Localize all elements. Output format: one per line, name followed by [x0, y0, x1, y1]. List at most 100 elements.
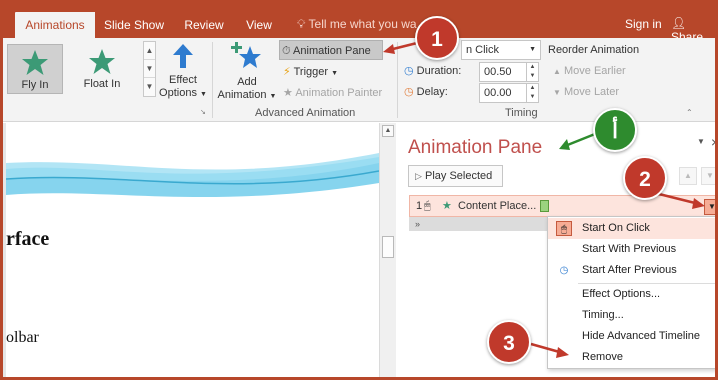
item-label: Content Place...: [458, 200, 537, 212]
start-dropdown[interactable]: n Click ▼: [461, 40, 541, 60]
move-earlier-button[interactable]: ▲ Move Earlier: [553, 61, 626, 81]
triangle-up-icon: ▲: [553, 67, 561, 76]
tab-view[interactable]: View: [239, 12, 279, 38]
gallery-float-in[interactable]: Float In: [73, 44, 131, 94]
move-earlier-label: Move Earlier: [563, 65, 626, 77]
gallery-fly-in[interactable]: Fly In: [7, 44, 63, 94]
chevron-down-icon: ▼: [529, 46, 536, 53]
gallery-more-icon[interactable]: ▼: [144, 78, 155, 96]
fly-in-star-icon: [22, 50, 48, 75]
double-chevron-down-icon[interactable]: »: [415, 217, 420, 231]
duration-label-wrap: ◷ Duration:: [404, 61, 461, 81]
fly-in-label: Fly In: [21, 79, 49, 91]
menu-hide-advanced-timeline[interactable]: Hide Advanced Timeline: [548, 326, 715, 347]
sign-in-link[interactable]: Sign in: [625, 17, 662, 31]
callout-badge-a: أ: [593, 108, 637, 152]
menu-start-with-previous[interactable]: Start With Previous: [548, 239, 715, 260]
duration-label: Duration:: [416, 65, 462, 77]
clock-icon: ◷: [404, 65, 414, 77]
tab-animations[interactable]: Animations: [15, 12, 95, 38]
animation-item-dropdown-button[interactable]: ▼: [704, 199, 715, 215]
play-selected-label: Play Selected: [424, 170, 493, 182]
ribbon-tab-bar: Animations Slide Show Review View 💡︎ Tel…: [3, 0, 715, 44]
move-up-button[interactable]: ▲: [679, 167, 697, 185]
animation-list-item[interactable]: 1 🖱︎ ★ Content Place...: [409, 195, 715, 217]
animation-painter-button[interactable]: ★ Animation Painter: [283, 83, 382, 103]
menu-effect-options[interactable]: Effect Options...: [548, 284, 715, 305]
duration-spinner[interactable]: 00.50 ▲ ▼: [479, 62, 539, 82]
float-in-star-icon: [89, 49, 115, 74]
add-animation-label-1: Add: [237, 76, 257, 88]
chevron-down-icon: ▼: [200, 91, 207, 98]
triangle-down-icon: ▼: [553, 88, 561, 97]
scroll-up-icon[interactable]: ▲: [382, 125, 394, 137]
chevron-down-icon: ▼: [269, 93, 277, 100]
delay-label: Delay:: [416, 86, 448, 98]
tab-slide-show[interactable]: Slide Show: [99, 12, 169, 38]
powerpoint-window: Animations Slide Show Review View 💡︎ Tel…: [0, 0, 718, 380]
reorder-animation-label: Reorder Animation: [548, 44, 640, 56]
slide-heading-text: rface: [6, 228, 50, 250]
group-label-timing: Timing: [505, 107, 538, 119]
slide-editing-area: rface olbar: [3, 123, 379, 377]
clock-icon: ◷: [559, 265, 569, 276]
add-animation-button[interactable]: Add Animation ▼: [216, 40, 278, 103]
tell-me-search[interactable]: 💡︎ Tell me what you wa: [297, 17, 417, 32]
delay-clock-icon: ◷: [404, 86, 414, 98]
person-icon: 👤︎: [671, 16, 687, 30]
float-in-label: Float In: [83, 78, 121, 90]
move-down-button[interactable]: ▼: [701, 167, 715, 185]
mouse-click-icon: 🖱︎: [424, 200, 431, 212]
animation-pane-button[interactable]: ⏱︎ Animation Pane: [279, 40, 383, 60]
callout-badge-2: 2: [623, 156, 667, 200]
delay-spinner[interactable]: 00.00 ▲ ▼: [479, 83, 539, 103]
spinner-arrows-icon[interactable]: ▲ ▼: [526, 84, 538, 102]
lightbulb-icon: 💡︎: [297, 17, 306, 31]
menu-start-on-click[interactable]: 🖱︎ Start On Click: [548, 218, 715, 239]
close-icon[interactable]: ×: [711, 134, 715, 150]
tab-review[interactable]: Review: [179, 12, 229, 38]
slide-wave-decoration: [6, 153, 379, 198]
add-animation-label-2: Animation: [217, 89, 267, 101]
effect-options-label-1: Effect: [169, 74, 197, 86]
spinner-arrows-icon[interactable]: ▲ ▼: [526, 63, 538, 81]
mouse-click-icon: 🖱︎: [556, 221, 572, 236]
duration-value: 00.50: [484, 66, 512, 78]
animation-item-context-menu: 🖱︎ Start On Click Start With Previous ◷ …: [547, 216, 715, 369]
menu-start-after-previous[interactable]: ◷ Start After Previous: [548, 260, 715, 281]
move-later-button[interactable]: ▼ Move Later: [553, 82, 619, 102]
entrance-star-icon: ★: [442, 200, 452, 212]
menu-timing[interactable]: Timing...: [548, 305, 715, 326]
menu-start-on-click-label: Start On Click: [582, 222, 650, 234]
gallery-up-icon[interactable]: ▲: [144, 42, 155, 60]
tell-me-text: Tell me what you wa: [308, 17, 417, 31]
scroll-thumb[interactable]: [382, 236, 394, 258]
play-selected-button[interactable]: ▷ Play Selected: [408, 165, 503, 187]
painter-star-icon: ★: [283, 87, 293, 99]
gallery-down-icon[interactable]: ▼: [144, 60, 155, 78]
dialog-launcher-icon[interactable]: ↘: [200, 108, 206, 116]
callout-badge-1: 1: [415, 16, 459, 60]
animation-painter-label: Animation Painter: [295, 87, 383, 99]
callout-badge-3: 3: [487, 320, 531, 364]
trigger-button[interactable]: ⚡︎ Trigger ▼: [283, 62, 338, 82]
slide-scrollbar[interactable]: ▲: [379, 123, 396, 377]
delay-label-wrap: ◷ Delay:: [404, 82, 448, 102]
start-value: n Click: [466, 44, 500, 56]
effect-options-button[interactable]: Effect Options ▼: [158, 42, 208, 101]
menu-start-with-previous-label: Start With Previous: [582, 243, 677, 255]
move-later-label: Move Later: [563, 86, 620, 98]
chevron-down-icon: ▼: [331, 70, 339, 77]
pane-options-chevron-icon[interactable]: ▼: [697, 137, 705, 146]
gallery-scrollbar[interactable]: ▲ ▼ ▼: [143, 41, 156, 97]
menu-remove[interactable]: Remove: [548, 347, 715, 368]
collapse-ribbon-icon[interactable]: ⌃: [686, 108, 693, 117]
item-number: 1: [416, 200, 423, 212]
menu-hide-timeline-label: Hide Advanced Timeline: [582, 330, 701, 342]
slide-canvas[interactable]: rface olbar: [6, 123, 379, 377]
menu-start-after-previous-label: Start After Previous: [582, 264, 677, 276]
up-arrow-icon: [173, 44, 193, 68]
menu-timing-label: Timing...: [582, 309, 624, 321]
animation-pane-title: Animation Pane: [408, 137, 543, 158]
ribbon-divider: [212, 42, 213, 118]
